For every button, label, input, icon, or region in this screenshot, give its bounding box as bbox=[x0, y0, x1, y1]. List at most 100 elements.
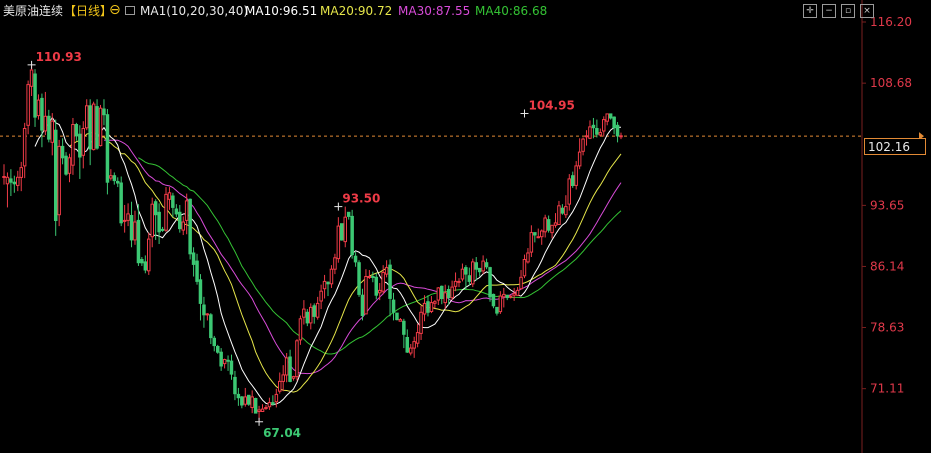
candle-up bbox=[260, 408, 265, 413]
candle-down bbox=[608, 113, 613, 119]
candle-up bbox=[384, 267, 389, 275]
candle-up bbox=[147, 238, 151, 272]
candle-down bbox=[212, 337, 216, 347]
kline-chart[interactable]: 116.20108.6893.6586.1478.6371.11110.9393… bbox=[0, 0, 931, 453]
candle-up bbox=[181, 221, 185, 231]
restore-icon[interactable]: ▫ bbox=[841, 4, 855, 18]
candle-down bbox=[233, 376, 237, 395]
candle-down bbox=[353, 255, 358, 263]
candle-up bbox=[498, 295, 503, 313]
candle-up bbox=[588, 126, 592, 139]
zoom-icon[interactable]: ⊖ bbox=[109, 0, 121, 21]
candle-down bbox=[60, 145, 65, 159]
candle-down bbox=[105, 114, 110, 183]
candle-down bbox=[116, 180, 120, 184]
candle-down bbox=[54, 129, 58, 221]
candle-down bbox=[477, 267, 482, 273]
candle-down bbox=[202, 304, 206, 316]
candle-up bbox=[409, 347, 413, 354]
ma-config: MA1(10,20,30,40) bbox=[140, 4, 249, 18]
settings-icon[interactable] bbox=[125, 6, 135, 15]
candle-down bbox=[446, 289, 451, 299]
candle-down bbox=[464, 267, 468, 275]
candle-down bbox=[191, 252, 196, 265]
candle-down bbox=[240, 396, 244, 406]
candle-up bbox=[443, 292, 447, 304]
candle-down bbox=[312, 305, 316, 317]
candle-up bbox=[98, 107, 103, 147]
candle-up bbox=[522, 259, 527, 277]
candle-up bbox=[529, 232, 534, 253]
candle-up bbox=[309, 306, 313, 324]
candle-up bbox=[257, 409, 261, 412]
minimize-icon[interactable]: − bbox=[822, 4, 836, 18]
candle-up bbox=[471, 261, 475, 285]
candle-down bbox=[533, 232, 537, 236]
candle-up bbox=[319, 290, 323, 302]
candle-down bbox=[153, 201, 158, 216]
candle-down bbox=[560, 207, 565, 214]
candle-down bbox=[64, 155, 68, 175]
candle-down bbox=[484, 262, 489, 268]
ma20-line bbox=[69, 131, 622, 393]
current-price-label: 102.16 bbox=[864, 138, 926, 155]
candle-up bbox=[581, 138, 585, 152]
candle-down bbox=[426, 301, 430, 313]
candle-up bbox=[336, 225, 341, 260]
candle-down bbox=[195, 260, 199, 282]
candle-up bbox=[481, 260, 485, 272]
candle-up bbox=[85, 105, 89, 129]
candle-up bbox=[536, 236, 540, 239]
ma10-value: MA10:96.51 bbox=[245, 4, 318, 18]
candle-up bbox=[502, 293, 506, 298]
candle-down bbox=[140, 259, 144, 264]
candle-up bbox=[243, 396, 247, 405]
candle-down bbox=[505, 294, 509, 299]
candle-up bbox=[584, 135, 589, 138]
instrument-name: 美原油连续 bbox=[3, 4, 64, 18]
candle-down bbox=[440, 285, 444, 299]
candle-up bbox=[274, 393, 279, 403]
candle-up bbox=[109, 175, 113, 179]
candle-up bbox=[557, 205, 561, 226]
close-icon[interactable]: × bbox=[860, 4, 874, 18]
candle-up bbox=[281, 374, 285, 382]
candle-down bbox=[326, 281, 330, 285]
candle-up bbox=[457, 280, 461, 283]
period-label[interactable]: 【日线】 bbox=[64, 0, 112, 22]
candle-up bbox=[167, 192, 172, 200]
candle-up bbox=[519, 276, 523, 290]
candle-up bbox=[333, 257, 337, 270]
candle-down bbox=[160, 228, 165, 231]
ma20-value: MA20:90.72 bbox=[320, 4, 393, 18]
candle-up bbox=[450, 286, 454, 299]
extreme-value-label: 67.04 bbox=[263, 426, 301, 440]
candle-up bbox=[2, 176, 6, 178]
candle-down bbox=[305, 311, 310, 324]
y-tick-label: 71.11 bbox=[870, 382, 904, 396]
candle-down bbox=[360, 294, 365, 317]
candle-down bbox=[47, 115, 51, 140]
candle-up bbox=[5, 176, 10, 185]
candle-down bbox=[143, 261, 148, 271]
candle-up bbox=[422, 302, 427, 315]
crosshair-icon[interactable]: ✛ bbox=[803, 4, 817, 18]
candle-up bbox=[367, 276, 372, 278]
ma40-value: MA40:86.68 bbox=[475, 4, 548, 18]
candle-up bbox=[512, 293, 516, 296]
candle-up bbox=[126, 213, 130, 221]
candle-up bbox=[50, 120, 54, 143]
candle-down bbox=[112, 175, 117, 182]
candle-up bbox=[567, 178, 571, 205]
candle-down bbox=[219, 351, 223, 367]
candle-down bbox=[467, 275, 472, 282]
candle-up bbox=[381, 272, 385, 292]
candle-up bbox=[222, 359, 227, 365]
candle-down bbox=[612, 116, 616, 129]
y-tick-label: 93.65 bbox=[870, 198, 904, 212]
candle-up bbox=[419, 311, 423, 334]
candle-up bbox=[415, 332, 420, 344]
candle-up bbox=[412, 341, 416, 349]
candle-down bbox=[595, 128, 599, 135]
candle-down bbox=[495, 306, 499, 314]
